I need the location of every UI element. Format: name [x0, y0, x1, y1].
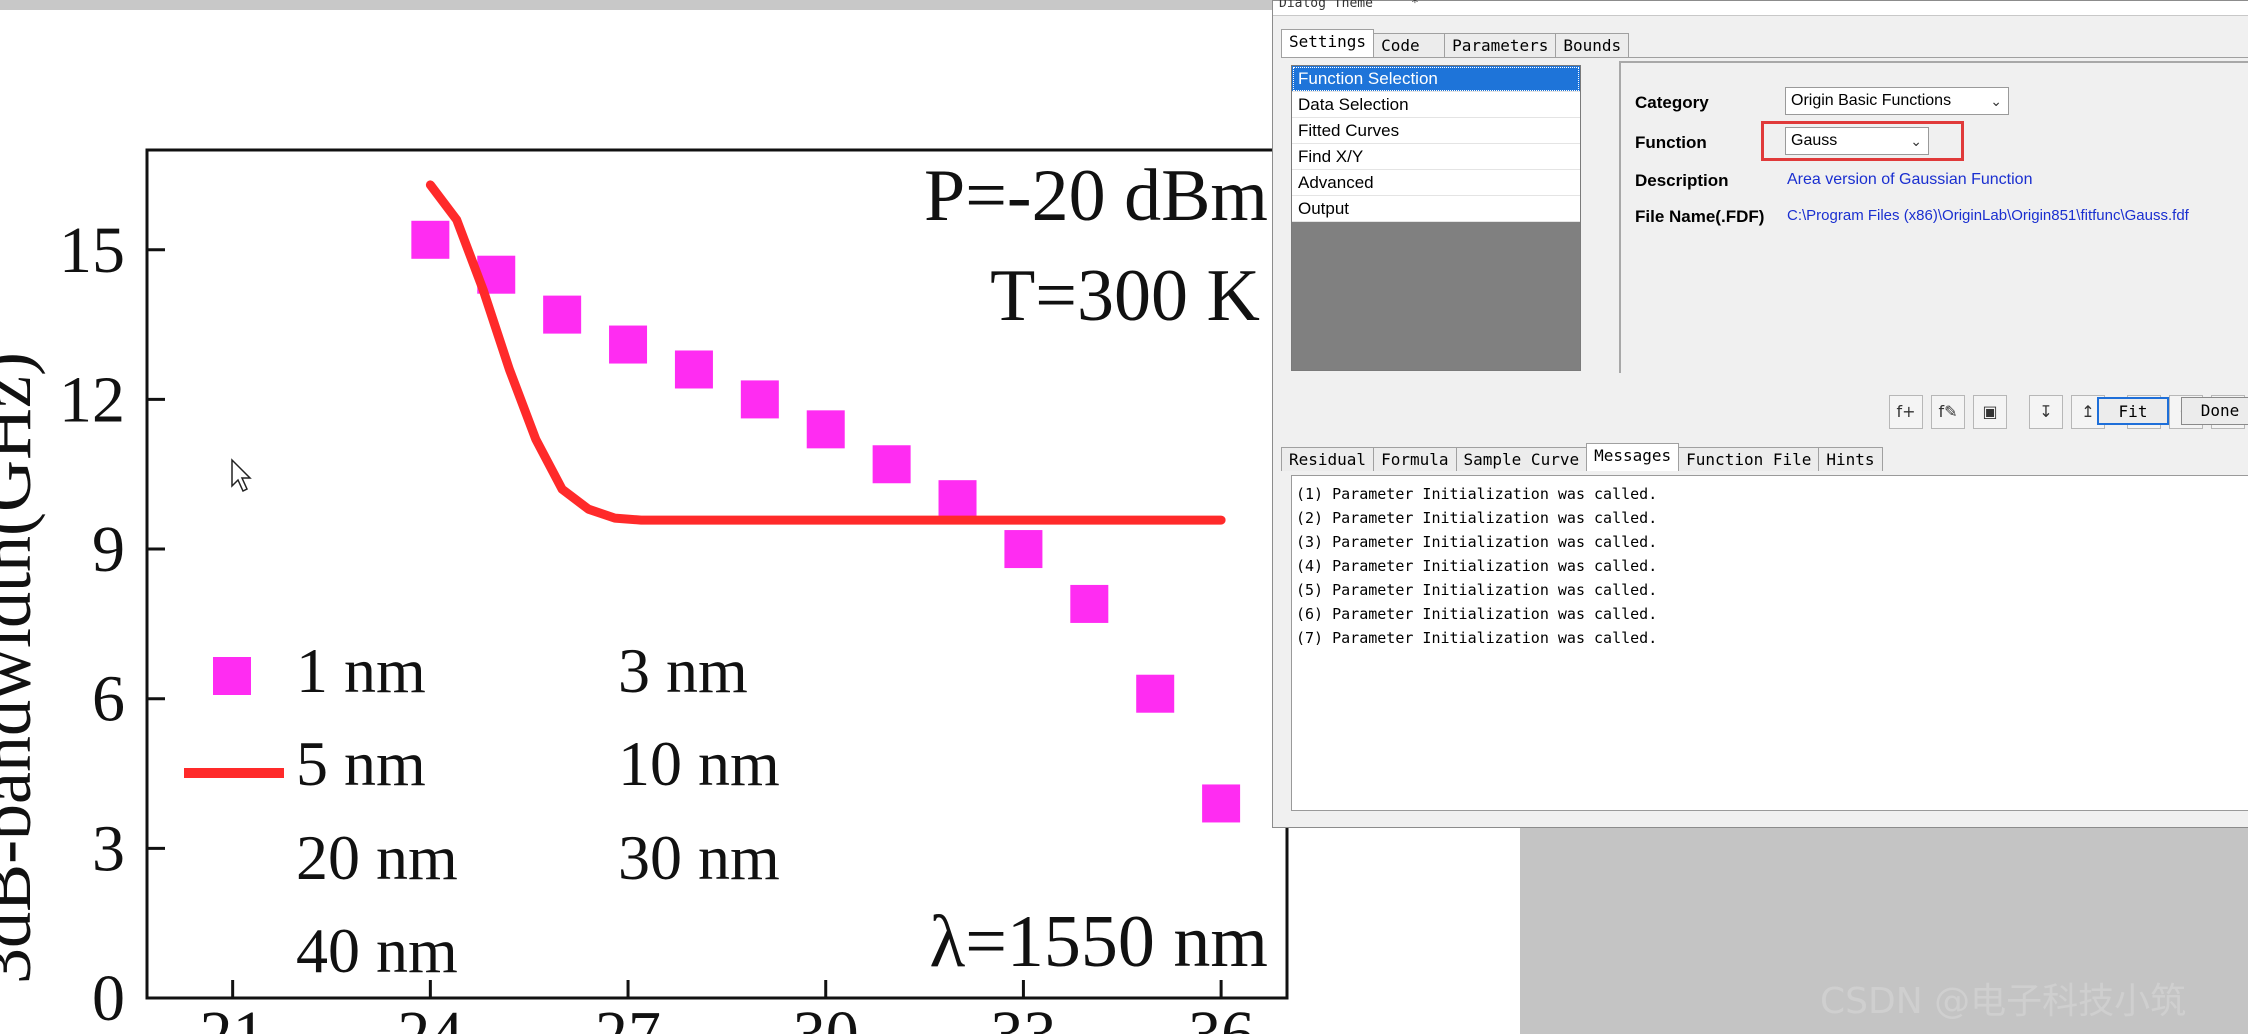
message-line: (4) Parameter Initialization was called. — [1296, 557, 1658, 575]
tab-residual[interactable]: Residual — [1281, 447, 1375, 471]
message-line: (1) Parameter Initialization was called. — [1296, 485, 1658, 503]
y-axis-ticks: 0 3 6 9 12 15 — [59, 214, 165, 1034]
category-select[interactable]: Origin Basic Functions ⌄ — [1785, 87, 2009, 115]
dialog-title: Dialog Theme — [1279, 0, 1373, 11]
data-point — [543, 295, 582, 334]
message-line: (5) Parameter Initialization was called. — [1296, 581, 1658, 599]
chevron-down-icon: ⌄ — [1990, 93, 2002, 109]
x-tick-label: 21 — [200, 998, 266, 1034]
message-line: (6) Parameter Initialization was called. — [1296, 605, 1658, 623]
settings-nav-list: Function Selection Data Selection Fitted… — [1291, 65, 1581, 371]
x-axis-ticks: 21 24 27 30 33 36 — [200, 980, 1254, 1034]
nav-item-fitted-curves[interactable]: Fitted Curves — [1292, 118, 1580, 144]
tab-messages[interactable]: Messages — [1586, 443, 1680, 471]
y-axis-label: 3dB-bandwidth(GHz) — [0, 352, 46, 984]
done-button[interactable]: Done — [2181, 397, 2248, 425]
nav-item-function-selection[interactable]: Function Selection — [1292, 66, 1580, 92]
file-name-label: File Name(.FDF) — [1635, 207, 1765, 226]
tab-sample-curve[interactable]: Sample Curve — [1455, 447, 1588, 471]
tab-divider — [1281, 57, 2248, 58]
legend-label-30nm: 30 nm — [618, 822, 780, 893]
data-point — [1004, 530, 1043, 569]
nav-item-output[interactable]: Output — [1292, 196, 1580, 222]
legend-label-1nm: 1 nm — [296, 635, 426, 706]
legend-label-40nm: 40 nm — [296, 915, 458, 986]
origin-graph: 03691215 212427303336 3dB-bandwidth(GHz)… — [0, 148, 1289, 1034]
tab-parameters[interactable]: Parameters — [1444, 33, 1557, 57]
x-tick-label: 33 — [990, 998, 1056, 1034]
legend-label-20nm: 20 nm — [296, 822, 458, 893]
watermark: CSDN @电子科技小筑 — [1820, 981, 2187, 1022]
y-tick-label: 3 — [92, 812, 125, 885]
function-label: Function — [1635, 133, 1707, 152]
y-tick-label: 0 — [92, 962, 125, 1034]
data-point — [674, 350, 713, 389]
dialog-title-bar: Dialog Theme * — [1273, 0, 2248, 16]
data-point — [872, 445, 911, 484]
message-line: (2) Parameter Initialization was called. — [1296, 509, 1658, 527]
category-value: Origin Basic Functions — [1791, 92, 1952, 109]
function-highlight-box — [1761, 121, 1964, 161]
fit-button[interactable]: Fit — [2097, 397, 2169, 425]
legend-label-10nm: 10 nm — [618, 728, 780, 799]
tab-function-file[interactable]: Function File — [1678, 447, 1820, 471]
message-line: (3) Parameter Initialization was called. — [1296, 533, 1658, 551]
mouse-cursor-icon — [231, 458, 252, 493]
legend-label-5nm: 5 nm — [296, 728, 426, 799]
annotation-power: P=-20 dBm — [924, 155, 1268, 237]
nav-item-find-xy[interactable]: Find X/Y — [1292, 144, 1580, 170]
y-tick-label: 6 — [92, 663, 125, 736]
message-line: (7) Parameter Initialization was called. — [1296, 629, 1658, 647]
category-label: Category — [1635, 93, 1709, 112]
tab-hints[interactable]: Hints — [1818, 447, 1883, 471]
x-tick-label: 24 — [397, 998, 463, 1034]
tab-bounds[interactable]: Bounds — [1555, 33, 1630, 57]
x-tick-label: 30 — [793, 998, 859, 1034]
new-function-icon[interactable]: f+ — [1889, 395, 1923, 429]
legend-label-3nm: 3 nm — [618, 635, 748, 706]
data-point — [1202, 784, 1241, 823]
data-point — [1136, 674, 1175, 713]
description-value: Area version of Gaussian Function — [1787, 171, 2033, 188]
nav-item-advanced[interactable]: Advanced — [1292, 170, 1580, 196]
function-settings-panel: Category Origin Basic Functions ⌄ Functi… — [1619, 61, 2248, 373]
x-tick-label: 36 — [1188, 998, 1254, 1034]
data-point — [806, 410, 845, 449]
tab-code[interactable]: Code — [1373, 33, 1446, 57]
y-tick-label: 12 — [59, 363, 125, 436]
data-point — [740, 380, 779, 419]
annotation-wavelength: λ=1550 nm — [929, 901, 1268, 983]
tab-formula[interactable]: Formula — [1373, 447, 1457, 471]
legend-marker-1nm — [213, 657, 251, 695]
save-icon[interactable]: ▣ — [1973, 395, 2007, 429]
annotation-temperature: T=300 K — [990, 255, 1260, 337]
nlfit-dialog: Dialog Theme * Settings Code Parameters … — [1272, 0, 2248, 828]
top-tab-bar: Settings Code Parameters Bounds — [1281, 29, 1630, 57]
sort-down-icon[interactable]: ↧ — [2029, 395, 2063, 429]
bottom-tab-bar: Residual Formula Sample Curve Messages F… — [1281, 443, 1883, 471]
description-label: Description — [1635, 171, 1729, 190]
y-tick-label: 9 — [92, 513, 125, 586]
data-point — [411, 220, 450, 259]
messages-box[interactable]: (1) Parameter Initialization was called.… — [1291, 475, 2248, 811]
data-point — [938, 480, 977, 519]
data-point — [609, 325, 648, 364]
data-point — [1070, 584, 1109, 623]
nav-item-data-selection[interactable]: Data Selection — [1292, 92, 1580, 118]
file-name-value: C:\Program Files (x86)\OriginLab\Origin8… — [1787, 207, 2189, 224]
tab-settings[interactable]: Settings — [1281, 29, 1375, 57]
dialog-title-extra: * — [1411, 0, 1419, 11]
y-tick-label: 15 — [59, 214, 125, 287]
x-tick-label: 27 — [595, 998, 661, 1034]
edit-function-icon[interactable]: f✎ — [1931, 395, 1965, 429]
